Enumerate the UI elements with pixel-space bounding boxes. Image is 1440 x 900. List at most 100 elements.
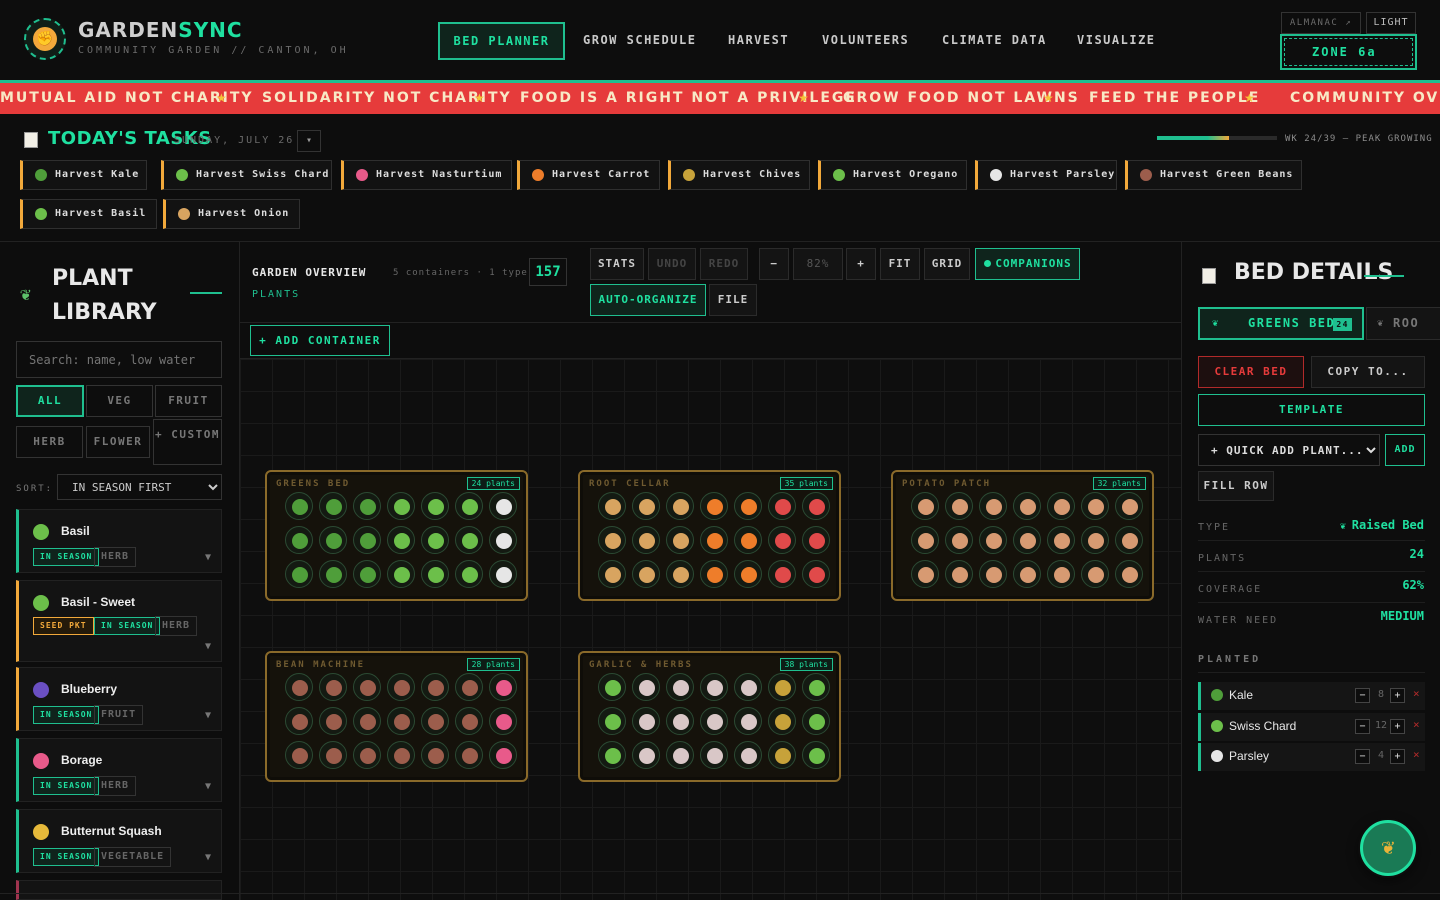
plant-cell[interactable]	[387, 492, 415, 520]
plant-cell[interactable]	[421, 492, 449, 520]
add-plant-button[interactable]: ADD	[1385, 434, 1425, 466]
plant-cell[interactable]	[802, 526, 830, 554]
plant-cell[interactable]	[632, 526, 660, 554]
plant-cell[interactable]	[632, 741, 660, 769]
plant-cell[interactable]	[1081, 560, 1109, 588]
auto-organize-button[interactable]: AUTO-ORGANIZE	[590, 284, 706, 316]
plant-cell[interactable]	[666, 560, 694, 588]
remove-icon[interactable]: ×	[1413, 687, 1420, 700]
companions-toggle[interactable]: COMPANIONS	[975, 248, 1080, 280]
plant-cell[interactable]	[734, 707, 762, 735]
bed-bean-machine[interactable]: BEAN MACHINE 28 plants	[265, 651, 528, 782]
plant-cell[interactable]	[319, 560, 347, 588]
plant-cell[interactable]	[285, 560, 313, 588]
bed-greens[interactable]: GREENS BED 24 plants	[265, 470, 528, 601]
plant-cell[interactable]	[734, 673, 762, 701]
plant-cell[interactable]	[666, 741, 694, 769]
remove-icon[interactable]: ×	[1413, 718, 1420, 731]
plant-cell[interactable]	[666, 492, 694, 520]
plant-cell[interactable]	[768, 707, 796, 735]
plant-cell[interactable]	[353, 741, 381, 769]
bed-tab-greens[interactable]: ❦ GREENS BED 24	[1198, 307, 1364, 340]
plant-cell[interactable]	[387, 741, 415, 769]
plant-cell[interactable]	[911, 492, 939, 520]
plant-cell[interactable]	[387, 673, 415, 701]
zone-selector[interactable]: ZONE 6a	[1280, 34, 1417, 70]
plant-cell[interactable]	[802, 673, 830, 701]
plant-cell[interactable]	[489, 560, 517, 588]
plant-cell[interactable]	[1013, 560, 1041, 588]
plant-cell[interactable]	[945, 560, 973, 588]
plant-cell[interactable]	[979, 492, 1007, 520]
chevron-down-icon[interactable]: ▼	[205, 852, 211, 863]
chevron-down-icon[interactable]: ▼	[205, 781, 211, 792]
plant-cell[interactable]	[632, 707, 660, 735]
plant-cell[interactable]	[734, 492, 762, 520]
plant-cell[interactable]	[802, 707, 830, 735]
plant-cell[interactable]	[1047, 560, 1075, 588]
plant-cell[interactable]	[700, 673, 728, 701]
plant-cell[interactable]	[700, 560, 728, 588]
plant-cell[interactable]	[285, 673, 313, 701]
plant-cell[interactable]	[598, 560, 626, 588]
plant-card-basil[interactable]: Basil IN SEASON HERB ▼	[16, 509, 222, 573]
plant-cell[interactable]	[1047, 492, 1075, 520]
plant-cell[interactable]	[598, 741, 626, 769]
plant-cell[interactable]	[285, 526, 313, 554]
task-chip[interactable]: Harvest Chives	[668, 160, 810, 190]
plant-cell[interactable]	[911, 560, 939, 588]
chevron-down-icon[interactable]: ▼	[205, 552, 211, 563]
plant-cell[interactable]	[734, 741, 762, 769]
task-chip[interactable]: Harvest Parsley	[975, 160, 1117, 190]
plant-cell[interactable]	[353, 526, 381, 554]
plant-cell[interactable]	[666, 707, 694, 735]
plant-cell[interactable]	[285, 707, 313, 735]
plant-cell[interactable]	[700, 741, 728, 769]
tasks-collapse-button[interactable]: ▾	[297, 130, 321, 152]
copy-to-button[interactable]: COPY TO...	[1311, 356, 1425, 388]
task-chip[interactable]: Harvest Swiss Chard	[161, 160, 332, 190]
stats-button[interactable]: STATS	[590, 248, 644, 280]
plant-cell[interactable]	[455, 707, 483, 735]
zoom-in-button[interactable]: +	[846, 248, 876, 280]
plant-cell[interactable]	[945, 492, 973, 520]
plant-cell[interactable]	[1013, 492, 1041, 520]
plant-cell[interactable]	[598, 492, 626, 520]
plant-cell[interactable]	[734, 560, 762, 588]
plant-cell[interactable]	[353, 492, 381, 520]
plant-cell[interactable]	[489, 707, 517, 735]
plant-cell[interactable]	[489, 673, 517, 701]
undo-button[interactable]: UNDO	[648, 248, 696, 280]
clear-bed-button[interactable]: CLEAR BED	[1198, 356, 1304, 388]
zoom-out-button[interactable]: −	[759, 248, 789, 280]
filter-herb[interactable]: HERB	[16, 426, 83, 458]
plant-cell[interactable]	[319, 526, 347, 554]
filter-flower[interactable]: FLOWER	[86, 426, 150, 458]
plant-cell[interactable]	[319, 707, 347, 735]
garden-canvas[interactable]: GREENS BED 24 plants ROOT CELLAR 35 plan…	[240, 359, 1181, 900]
add-container-button[interactable]: + ADD CONTAINER	[250, 325, 390, 356]
plant-cell[interactable]	[768, 526, 796, 554]
plant-cell[interactable]	[632, 492, 660, 520]
plant-cell[interactable]	[455, 526, 483, 554]
plant-cell[interactable]	[979, 526, 1007, 554]
plant-cell[interactable]	[802, 560, 830, 588]
plant-cell[interactable]	[632, 560, 660, 588]
plant-cell[interactable]	[387, 560, 415, 588]
plant-cell[interactable]	[455, 673, 483, 701]
plant-cell[interactable]	[666, 673, 694, 701]
task-chip[interactable]: Harvest Kale	[20, 160, 147, 190]
plant-cell[interactable]	[700, 707, 728, 735]
chevron-down-icon[interactable]: ▼	[205, 641, 211, 652]
bed-root-cellar[interactable]: ROOT CELLAR 35 plants	[578, 470, 841, 601]
plant-cell[interactable]	[421, 707, 449, 735]
task-chip[interactable]: Harvest Onion	[163, 199, 300, 229]
almanac-link[interactable]: ALMANAC ↗	[1281, 12, 1361, 34]
nav-harvest[interactable]: HARVEST	[728, 33, 789, 47]
quick-add-plant-select[interactable]: + QUICK ADD PLANT...	[1198, 434, 1380, 466]
plant-cell[interactable]	[319, 673, 347, 701]
logo-fist-icon[interactable]: ✊	[24, 18, 66, 60]
plant-cell[interactable]	[768, 492, 796, 520]
filter-custom[interactable]: + CUSTOM	[153, 419, 222, 465]
plant-cell[interactable]	[489, 741, 517, 769]
